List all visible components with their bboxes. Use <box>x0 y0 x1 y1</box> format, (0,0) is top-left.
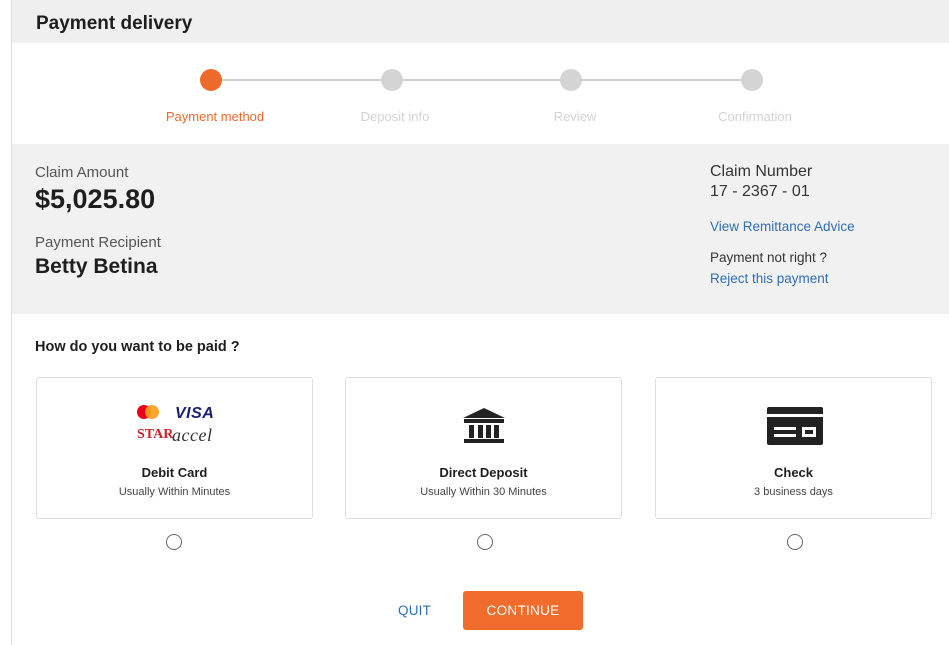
check-subtitle: 3 business days <box>754 486 833 498</box>
step-dot-review <box>560 69 582 91</box>
page-title: Payment delivery <box>36 13 193 34</box>
star-logo: STAR <box>137 427 174 442</box>
continue-button[interactable]: CONTINUE <box>463 591 583 630</box>
step-label-review: Review <box>553 109 597 124</box>
step-label-confirmation: Confirmation <box>718 109 792 124</box>
payment-delivery-page: Payment delivery Payment method Deposit … <box>0 0 949 645</box>
step-dot-payment-method <box>200 69 222 91</box>
direct-deposit-option[interactable]: Direct Deposit Usually Within 30 Minutes <box>345 377 622 519</box>
direct-deposit-radio[interactable] <box>477 534 493 550</box>
payment-recipient-name: Betty Betina <box>35 255 158 278</box>
step-dot-deposit-info <box>381 69 403 91</box>
bank-icon <box>463 408 505 443</box>
card-network-logos: VISA STAR accel <box>135 405 219 451</box>
direct-deposit-title: Direct Deposit <box>439 465 528 480</box>
step-label-payment-method: Payment method <box>165 109 265 124</box>
visa-logo: VISA <box>175 405 215 422</box>
claim-number-label: Claim Number <box>710 163 813 180</box>
reject-payment-link[interactable]: Reject this payment <box>710 271 829 286</box>
mastercard-icon-overlap <box>145 405 159 419</box>
payment-recipient-label: Payment Recipient <box>35 234 161 251</box>
check-option[interactable]: Check 3 business days <box>655 377 932 519</box>
claim-amount-value: $5,025.80 <box>35 184 156 214</box>
check-title: Check <box>773 465 814 480</box>
debit-card-subtitle: Usually Within Minutes <box>118 486 231 498</box>
header-bar: Payment delivery <box>12 0 949 43</box>
claim-number-value: 17 - 2367 - 01 <box>710 183 810 200</box>
direct-deposit-subtitle: Usually Within 30 Minutes <box>420 486 547 498</box>
step-label-deposit-info: Deposit info <box>360 109 430 124</box>
payment-not-right-text: Payment not right ? <box>710 250 828 265</box>
debit-card-title: Debit Card <box>141 465 208 480</box>
step-dot-confirmation <box>741 69 763 91</box>
debit-card-option[interactable]: VISA STAR accel Debit Card Usually Withi… <box>36 377 313 519</box>
stepper-track <box>211 79 761 81</box>
quit-button[interactable]: QUIT <box>398 603 431 618</box>
debit-card-radio[interactable] <box>166 534 182 550</box>
payment-method-question: How do you want to be paid ? <box>35 339 240 355</box>
check-icon <box>767 407 823 445</box>
progress-stepper: Payment method Deposit info Review Confi… <box>12 43 949 144</box>
check-radio[interactable] <box>787 534 803 550</box>
claim-summary-panel: Claim Amount $5,025.80 Payment Recipient… <box>12 144 949 314</box>
accel-logo: accel <box>172 425 213 445</box>
view-remittance-advice-link[interactable]: View Remittance Advice <box>710 219 855 234</box>
claim-amount-label: Claim Amount <box>35 164 129 181</box>
